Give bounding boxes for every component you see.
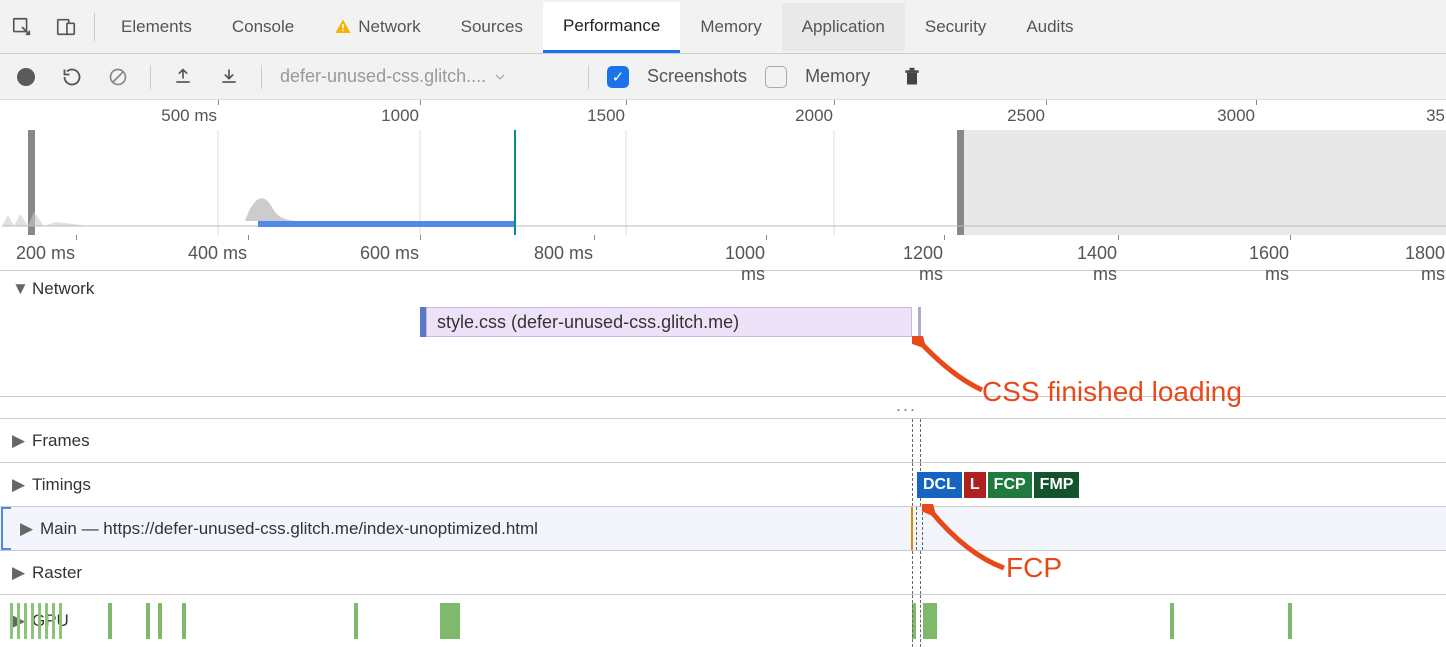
tab-security[interactable]: Security	[905, 3, 1006, 51]
track-frames[interactable]: ▶ Frames	[0, 419, 1446, 463]
track-gpu[interactable]: ▶ GPU	[0, 595, 1446, 647]
garbage-collect-button[interactable]	[898, 63, 926, 91]
tab-memory[interactable]: Memory	[680, 3, 781, 51]
main-bracket	[1, 507, 11, 550]
clear-button[interactable]	[104, 63, 132, 91]
screenshots-checkbox[interactable]: ✓	[607, 66, 629, 88]
track-label: Timings	[32, 475, 91, 495]
overview-network-bar	[258, 221, 514, 227]
tab-application[interactable]: Application	[782, 3, 905, 51]
overview-cpu-hump	[245, 193, 300, 221]
collapsed-tracks-indicator[interactable]: ...	[0, 397, 1446, 419]
chevron-right-icon: ▶	[12, 475, 26, 495]
overview-body[interactable]	[0, 130, 1446, 235]
badge-load[interactable]: L	[964, 472, 986, 498]
flame-chart-tracks: ▼ Network style.css (defer-unused-css.gl…	[0, 271, 1446, 647]
reload-button[interactable]	[58, 63, 86, 91]
record-button[interactable]	[12, 63, 40, 91]
load-profile-button[interactable]	[169, 63, 197, 91]
network-request-stylecss[interactable]: style.css (defer-unused-css.glitch.me)	[426, 307, 912, 337]
chevron-right-icon: ▶	[20, 519, 34, 539]
separator	[94, 13, 95, 41]
track-network[interactable]: ▼ Network style.css (defer-unused-css.gl…	[0, 271, 1446, 397]
tab-audits[interactable]: Audits	[1006, 3, 1093, 51]
tab-performance[interactable]: Performance	[543, 2, 680, 53]
track-label: Network	[32, 279, 94, 299]
tab-sources[interactable]: Sources	[441, 3, 543, 51]
gpu-activity	[0, 595, 1446, 647]
track-label: Raster	[32, 563, 82, 583]
badge-fcp[interactable]: FCP	[988, 472, 1032, 498]
overview-first-paint-marker	[514, 130, 516, 235]
track-main[interactable]: ▶ Main — https://defer-unused-css.glitch…	[0, 507, 1446, 551]
device-mode-icon[interactable]	[44, 5, 88, 49]
track-label: Frames	[32, 431, 90, 451]
overview-ruler: 500 ms 1000 ms 1500 ms 2000 ms 2500 ms 3…	[0, 100, 1446, 130]
memory-checkbox[interactable]	[765, 66, 787, 88]
chevron-down-icon	[494, 71, 506, 83]
inspect-icon[interactable]	[0, 5, 44, 49]
detail-ruler[interactable]: 200 ms 400 ms 600 ms 800 ms 1000 ms 1200…	[0, 235, 1446, 271]
screenshots-label: Screenshots	[647, 66, 747, 87]
network-request-tail	[918, 307, 921, 337]
separator	[261, 65, 262, 89]
badge-fmp[interactable]: FMP	[1034, 472, 1080, 498]
chevron-right-icon: ▶	[12, 563, 26, 583]
devtools-tabs: Elements Console Network Sources Perform…	[0, 0, 1446, 54]
tab-console[interactable]: Console	[212, 3, 314, 51]
overview-timeline[interactable]: 500 ms 1000 ms 1500 ms 2000 ms 2500 ms 3…	[0, 100, 1446, 235]
track-timings[interactable]: ▶ Timings DCL L FCP FMP	[0, 463, 1446, 507]
timing-badges: DCL L FCP FMP	[917, 463, 1079, 506]
memory-label: Memory	[805, 66, 870, 87]
badge-dcl[interactable]: DCL	[917, 472, 962, 498]
performance-toolbar: defer-unused-css.glitch.... ✓ Screenshot…	[0, 54, 1446, 100]
separator	[588, 65, 589, 89]
tab-network[interactable]: Network	[314, 3, 440, 51]
separator	[150, 65, 151, 89]
tab-elements[interactable]: Elements	[101, 3, 212, 51]
track-label: Main — https://defer-unused-css.glitch.m…	[40, 519, 538, 539]
save-profile-button[interactable]	[215, 63, 243, 91]
chevron-right-icon: ▶	[12, 431, 26, 451]
warning-icon	[334, 18, 352, 36]
overview-fps-squiggle	[0, 130, 1446, 235]
track-raster[interactable]: ▶ Raster	[0, 551, 1446, 595]
chevron-down-icon: ▼	[12, 279, 26, 299]
recording-selector[interactable]: defer-unused-css.glitch....	[280, 66, 570, 87]
